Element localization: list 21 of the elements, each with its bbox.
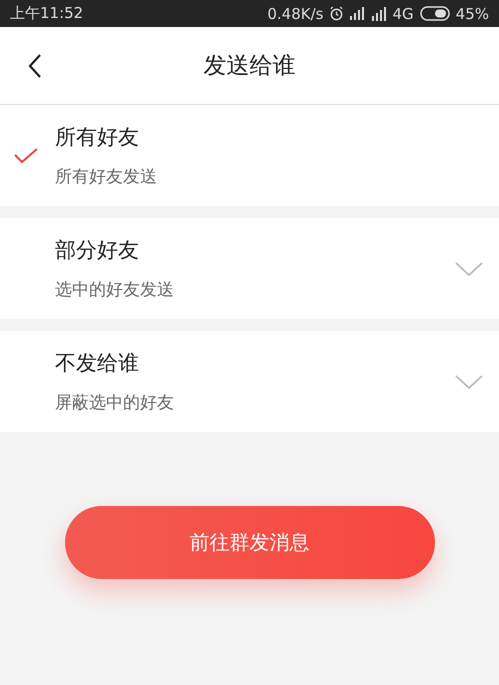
signal-icon <box>350 7 364 20</box>
option-subtitle: 选中的好友发送 <box>55 279 175 301</box>
option-row[interactable]: 不发给谁 屏蔽选中的好友 <box>0 331 499 432</box>
option-row[interactable]: 部分好友 选中的好友发送 <box>0 218 499 319</box>
option-title: 部分好友 <box>55 237 140 264</box>
battery-level: 45% <box>456 4 489 22</box>
option-title: 所有好友 <box>55 124 140 151</box>
option-title: 不发给谁 <box>55 350 140 377</box>
network-type: 4G <box>392 4 414 22</box>
option-subtitle: 屏蔽选中的好友 <box>55 392 175 414</box>
alarm-icon <box>329 6 344 21</box>
back-icon[interactable] <box>28 53 42 79</box>
status-time: 上午11:52 <box>10 4 84 23</box>
battery-icon <box>420 6 450 21</box>
chevron-down-icon <box>455 374 483 390</box>
page-title: 发送给谁 <box>204 52 296 81</box>
option-row[interactable]: 所有好友 所有好友发送 <box>0 105 499 206</box>
signal-icon <box>370 6 386 20</box>
network-speed: 0.48K/s <box>267 4 324 22</box>
chevron-down-icon <box>455 260 483 276</box>
option-subtitle: 所有好友发送 <box>55 166 158 188</box>
